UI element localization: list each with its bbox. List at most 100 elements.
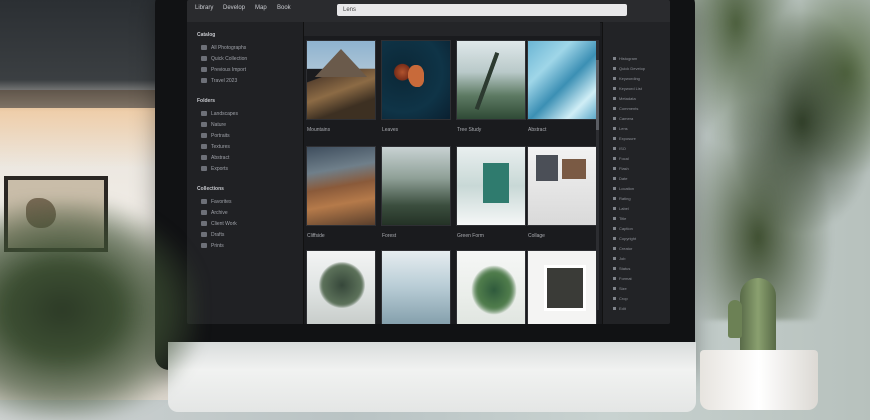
panel-row[interactable]: Exposure (613, 136, 636, 142)
sidebar-item[interactable]: Exports (201, 165, 228, 174)
tab-4[interactable]: Book (277, 5, 291, 11)
sidebar-item[interactable]: Favorites (201, 198, 232, 207)
sidebar-item[interactable]: Drafts (201, 231, 224, 240)
photo-thumbnail[interactable]: Framed (527, 250, 597, 324)
panel-row[interactable]: Location (613, 186, 634, 192)
photo-caption: Forest (382, 233, 397, 239)
panel-row[interactable]: Caption (613, 226, 633, 232)
search-input[interactable]: Lens (337, 4, 627, 16)
panel-row[interactable]: Label (613, 206, 629, 212)
panel-row[interactable]: Status (613, 266, 630, 272)
panel-row[interactable]: Crop (613, 296, 628, 302)
photo-image (457, 41, 525, 119)
folder-icon (201, 199, 207, 205)
panel-row[interactable]: Comments (613, 106, 638, 112)
tab-3[interactable]: Map (255, 5, 267, 11)
sidebar-item[interactable]: Portraits (201, 132, 230, 141)
panel-row[interactable]: Title (613, 216, 626, 222)
panel-row[interactable]: Copyright (613, 236, 636, 242)
panel-row[interactable]: Job (613, 256, 625, 262)
photo-caption: Abstract (528, 127, 547, 133)
folder-icon (201, 144, 207, 150)
tab-1[interactable]: Library (195, 5, 213, 11)
folder-icon (201, 155, 207, 161)
sidebar-item-label: Previous Import (211, 67, 247, 73)
photo-image (528, 147, 596, 225)
photo-thumbnail[interactable]: Plant (456, 250, 526, 324)
tab-2[interactable]: Develop (223, 5, 245, 11)
plant-right (670, 0, 870, 320)
sidebar-item-label: Quick Collection (211, 56, 248, 62)
photo-thumbnail[interactable]: Tree Study (456, 40, 526, 133)
photo-caption: Mountains (307, 127, 331, 133)
photo-thumbnail[interactable]: Cliffside (306, 146, 376, 239)
plant-pot (700, 350, 818, 410)
photo-image (457, 147, 525, 225)
folder-icon (201, 221, 207, 227)
panel-row[interactable]: Histogram (613, 56, 637, 62)
panel-row[interactable]: Metadata (613, 96, 636, 102)
photo-thumbnail[interactable]: Collage (527, 146, 597, 239)
photo-thumbnail[interactable]: Leaves (381, 40, 451, 133)
sidebar-item[interactable]: Prints (201, 242, 224, 251)
panel-row[interactable]: Date (613, 176, 627, 182)
sidebar-item-label: Nature (211, 122, 227, 128)
photo-caption: Green Form (457, 233, 484, 239)
panel-row[interactable]: Size (613, 286, 627, 292)
photo-caption: Tree Study (457, 127, 482, 133)
scrollbar-knob[interactable] (596, 60, 599, 130)
panel-row[interactable]: ISO (613, 146, 626, 152)
panel-row[interactable]: Flash (613, 166, 629, 172)
folder-icon (201, 122, 207, 128)
panel-row[interactable]: Lens (613, 126, 628, 132)
sidebar-item-label: Textures (211, 144, 230, 150)
sidebar-item-label: Abstract (211, 155, 230, 161)
folder-icon (201, 232, 207, 238)
photo-image (528, 251, 596, 324)
photo-image (382, 251, 450, 324)
sidebar-item[interactable]: Archive (201, 209, 228, 218)
sidebar-item[interactable]: All Photographs (201, 44, 246, 53)
sidebar-item[interactable]: Quick Collection (201, 55, 247, 64)
sidebar-item[interactable]: Abstract (201, 154, 229, 163)
sidebar-item[interactable]: Previous Import (201, 66, 246, 75)
sidebar-header-1: Folders (197, 98, 216, 104)
sidebar-item-label: Prints (211, 243, 224, 249)
panel-row[interactable]: Rating (613, 196, 631, 202)
title-bar: Library Develop Map Book Lens (187, 0, 670, 23)
panel-row[interactable]: Camera (613, 116, 633, 122)
photo-thumbnail[interactable]: Forest (381, 146, 451, 239)
panel-row[interactable]: Focal (613, 156, 629, 162)
sidebar-item-label: Favorites (211, 199, 232, 205)
right-panel: Histogram Quick Develop Keywording Keyword … (602, 22, 670, 324)
sidebar-item[interactable]: Landscapes (201, 110, 238, 119)
panel-row[interactable]: Quick Develop (613, 66, 645, 72)
sidebar-item[interactable]: Nature (201, 121, 226, 130)
photo-caption: Leaves (382, 127, 399, 133)
photo-thumbnail[interactable]: Mountains (306, 40, 376, 133)
photo-image (382, 41, 450, 119)
sidebar-item[interactable]: Client Work (201, 220, 237, 229)
panel-row[interactable]: Keywording (613, 76, 640, 82)
sidebar-item[interactable]: Textures (201, 143, 230, 152)
panel-row[interactable]: Edit (613, 306, 626, 312)
folder-icon (201, 45, 207, 51)
sidebar-header-0: Catalog (197, 32, 216, 38)
photo-thumbnail[interactable]: Birds (381, 250, 451, 324)
panel-row[interactable]: Creator (613, 246, 632, 252)
panel-row[interactable]: Format (613, 276, 632, 282)
sidebar-item-label: Exports (211, 166, 228, 172)
photo-thumbnail[interactable]: Green Form (456, 146, 526, 239)
panel-row[interactable]: Keyword List (613, 86, 642, 92)
folder-icon (201, 133, 207, 139)
sidebar-item[interactable]: Travel 2023 (201, 77, 237, 86)
folder-icon (201, 56, 207, 62)
thumbnail-grid: Mountains Leaves Tree Study Abstract Cliffsi… (304, 36, 602, 324)
photo-thumbnail[interactable]: Abstract (527, 40, 597, 133)
toolbar (304, 22, 600, 37)
shelf-light (0, 108, 170, 168)
cactus (728, 278, 776, 356)
folder-icon (201, 78, 207, 84)
photo-thumbnail[interactable]: Lone Tree (306, 250, 376, 324)
scrollbar[interactable] (596, 40, 599, 310)
